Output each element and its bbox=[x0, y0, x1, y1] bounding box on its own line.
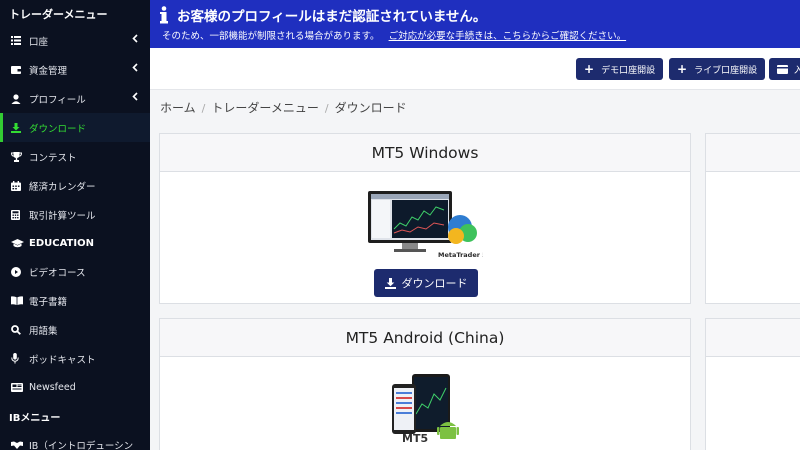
card-mt5-windows: MT5 Windows MetaTrader 5 ダウンロード bbox=[159, 133, 691, 304]
wallet-icon bbox=[777, 64, 788, 74]
sidebar-item-account[interactable]: 口座 bbox=[0, 26, 150, 55]
calculator-icon bbox=[11, 209, 27, 220]
book-open-icon bbox=[11, 296, 27, 305]
chevron-left-icon bbox=[132, 92, 138, 104]
sidebar-item-label: コンテスト bbox=[29, 152, 77, 164]
download-icon bbox=[384, 277, 396, 289]
chevron-left-icon bbox=[132, 63, 138, 75]
sidebar-item-label: ポッドキャスト bbox=[29, 354, 96, 366]
calendar-icon bbox=[11, 180, 27, 191]
chevron-left-icon bbox=[132, 34, 138, 46]
open-live-account-button[interactable]: + ライブ口座開設 bbox=[669, 58, 766, 80]
top-action-bar: + デモ口座開設 + ライブ口座開設 入 bbox=[150, 48, 800, 90]
verification-banner: お客様のプロフィールはまだ認証されていません。 そのため、一部機能が制限される場… bbox=[150, 0, 800, 48]
sidebar-item-label: 取引計算ツール bbox=[29, 210, 96, 222]
sidebar-item-ebooks[interactable]: 電子書籍 bbox=[0, 286, 150, 315]
sidebar-item-label: Newsfeed bbox=[29, 382, 76, 393]
user-icon bbox=[11, 93, 27, 104]
sidebar-item-label: 資金管理 bbox=[29, 65, 68, 77]
breadcrumb-current: ダウンロード bbox=[334, 101, 407, 115]
breadcrumb-separator: / bbox=[201, 102, 206, 115]
sidebar-item-video-course[interactable]: ビデオコース bbox=[0, 257, 150, 286]
sidebar-section-ib: IBメニュー bbox=[0, 402, 150, 430]
breadcrumb: ホーム / トレーダーメニュー / ダウンロード bbox=[160, 99, 407, 116]
card-partial-right-2 bbox=[705, 318, 800, 450]
sidebar-item-label: 用語集 bbox=[29, 325, 58, 337]
button-label: 入 bbox=[794, 65, 800, 76]
deposit-button[interactable]: 入 bbox=[769, 58, 800, 80]
download-mt5-windows-button[interactable]: ダウンロード bbox=[374, 269, 478, 297]
breadcrumb-separator: / bbox=[324, 102, 329, 115]
info-icon bbox=[159, 6, 169, 28]
sidebar-section-education: EDUCATION bbox=[0, 229, 150, 257]
sidebar-item-newsfeed[interactable]: Newsfeed bbox=[0, 373, 150, 402]
sidebar-section-label: EDUCATION bbox=[29, 237, 94, 249]
microphone-icon bbox=[11, 353, 27, 364]
list-icon bbox=[11, 36, 27, 45]
sidebar-item-label: IB（イントロデューシン bbox=[29, 440, 134, 450]
sidebar-item-label: ダウンロード bbox=[29, 123, 87, 135]
search-icon bbox=[11, 324, 27, 335]
graduation-cap-icon bbox=[11, 238, 29, 248]
card-partial-right bbox=[705, 133, 800, 304]
button-label: デモ口座開設 bbox=[601, 65, 656, 76]
sidebar-header-trader-menu: トレーダーメニュー bbox=[9, 8, 108, 21]
banner-link[interactable]: ご対応が必要な手続きは、こちらからご確認ください。 bbox=[389, 31, 627, 42]
sidebar-item-glossary[interactable]: 用語集 bbox=[0, 315, 150, 344]
sidebar-item-trading-calculator[interactable]: 取引計算ツール bbox=[0, 200, 150, 229]
open-demo-account-button[interactable]: + デモ口座開設 bbox=[576, 58, 664, 80]
banner-title: お客様のプロフィールはまだ認証されていません。 bbox=[177, 9, 487, 25]
logo-text: MetaTrader 5 bbox=[438, 251, 483, 259]
sidebar-item-ib[interactable]: IB（イントロデューシン bbox=[0, 430, 150, 450]
sidebar-item-label: 口座 bbox=[29, 36, 49, 48]
logo-text: MT5 bbox=[402, 432, 428, 444]
card-title: MT5 Windows bbox=[160, 134, 690, 172]
sidebar-item-economic-calendar[interactable]: 経済カレンダー bbox=[0, 171, 150, 200]
sidebar-item-funds[interactable]: 資金管理 bbox=[0, 55, 150, 84]
plus-icon: + bbox=[584, 62, 595, 76]
sidebar-item-label: プロフィール bbox=[29, 94, 86, 106]
breadcrumb-trader-menu[interactable]: トレーダーメニュー bbox=[211, 101, 319, 115]
plus-icon: + bbox=[677, 62, 688, 76]
trophy-icon bbox=[11, 151, 27, 162]
card-mt5-android-china: MT5 Android (China) MT5 bbox=[159, 318, 691, 450]
newspaper-icon bbox=[11, 383, 27, 392]
sidebar-item-download[interactable]: ダウンロード bbox=[0, 113, 150, 142]
banner-message: そのため、一部機能が制限される場合があります。 bbox=[162, 31, 380, 42]
sidebar-item-label: 電子書籍 bbox=[29, 296, 68, 308]
breadcrumb-home[interactable]: ホーム bbox=[160, 101, 196, 115]
card-title: MT5 Android (China) bbox=[160, 319, 690, 357]
button-label: ライブ口座開設 bbox=[694, 65, 758, 76]
sidebar-item-podcast[interactable]: ポッドキャスト bbox=[0, 344, 150, 373]
sidebar-item-contest[interactable]: コンテスト bbox=[0, 142, 150, 171]
sidebar-item-label: 経済カレンダー bbox=[29, 181, 96, 193]
card-title bbox=[706, 134, 800, 172]
wallet-icon bbox=[11, 65, 27, 75]
card-title bbox=[706, 319, 800, 357]
download-icon bbox=[11, 122, 27, 133]
mt5-windows-logo: MetaTrader 5 bbox=[368, 189, 487, 263]
handshake-icon bbox=[11, 441, 27, 449]
sidebar-section-label: IBメニュー bbox=[9, 412, 61, 424]
button-label: ダウンロード bbox=[401, 277, 468, 290]
banner-message-line: そのため、一部機能が制限される場合があります。 ご対応が必要な手続きは、こちらか… bbox=[162, 28, 626, 42]
play-circle-icon bbox=[11, 266, 27, 277]
sidebar: トレーダーメニュー 口座 資金管理 プロフィール ダウンロード コンテスト 経済… bbox=[0, 0, 150, 450]
mt5-android-logo: MT5 bbox=[390, 374, 465, 448]
sidebar-item-label: ビデオコース bbox=[29, 267, 86, 279]
sidebar-item-profile[interactable]: プロフィール bbox=[0, 84, 150, 113]
